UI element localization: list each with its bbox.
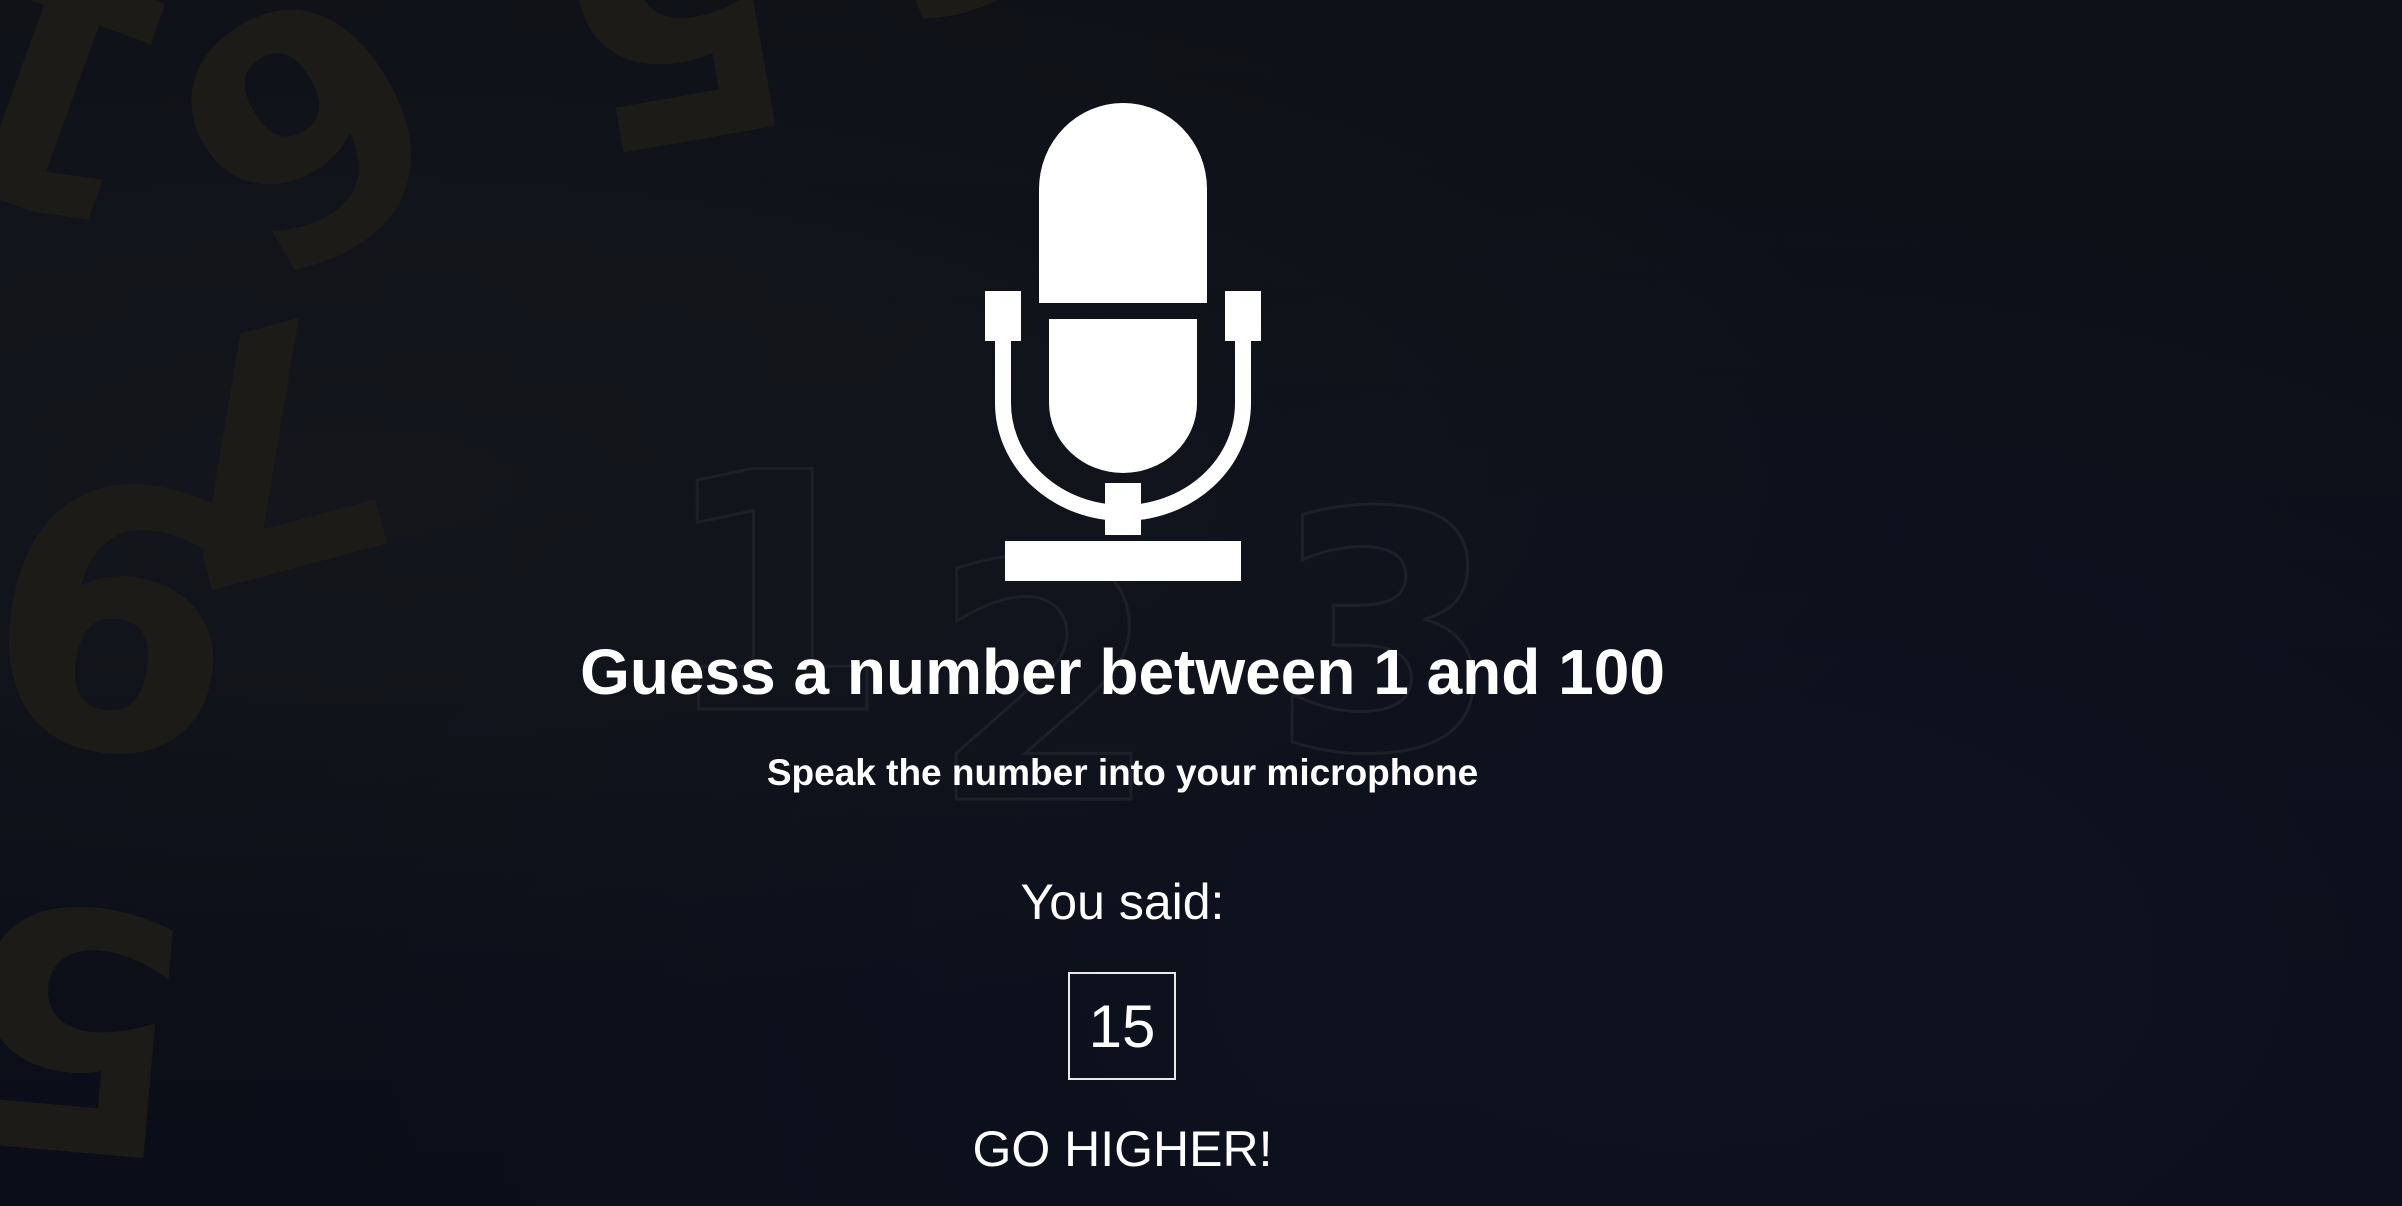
game-instructions: Speak the number into your microphone [766,752,1479,793]
you-said-label: You said: [1020,874,1225,930]
game-panel: Guess a number between 1 and 100 Speak t… [0,0,2402,1206]
spoken-guess-box: 15 [1068,972,1176,1080]
guess-hint: GO HIGHER! [972,1121,1273,1177]
microphone-icon [985,103,1261,581]
game-title: Guess a number between 1 and 100 [580,636,1665,708]
spoken-guess-value: 15 [1088,992,1156,1060]
game-page: 1 6 5 6 7 9 5 1 2 3 Guess a number betwe… [0,0,2402,1206]
